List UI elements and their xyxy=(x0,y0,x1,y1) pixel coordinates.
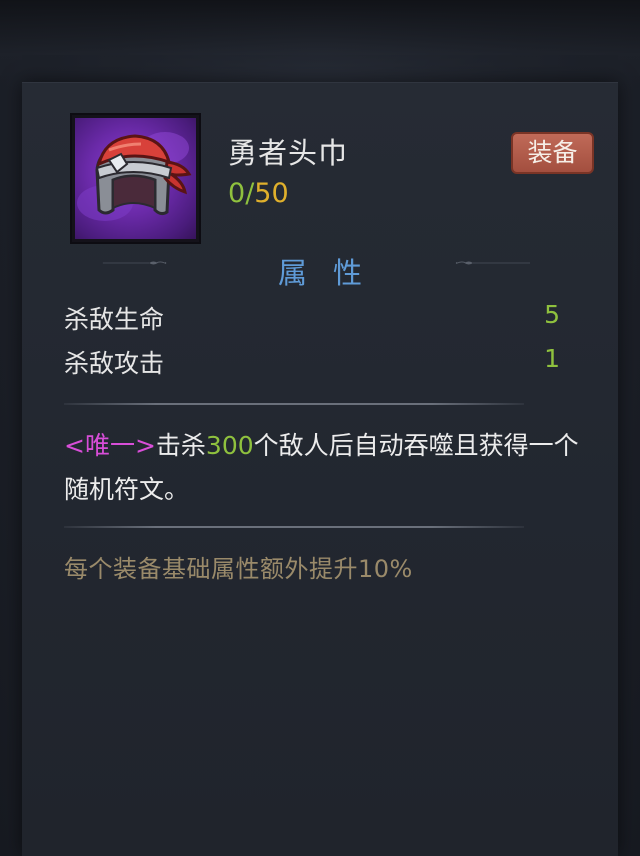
equip-button[interactable]: 装备 xyxy=(511,132,594,174)
description-number: 300 xyxy=(205,431,254,460)
attributes-title: 属性 xyxy=(277,256,388,290)
item-count-separator: / xyxy=(245,178,255,209)
item-icon-frame xyxy=(70,113,201,244)
item-count: 0/50 xyxy=(228,178,289,209)
attributes-header: 属性 xyxy=(60,248,580,290)
stat-label: 杀敌攻击 xyxy=(64,349,165,378)
divider xyxy=(64,403,524,405)
right-ornament-icon xyxy=(455,261,530,265)
top-shadow xyxy=(0,0,640,90)
item-icon-background xyxy=(75,118,196,239)
item-count-max: 50 xyxy=(254,178,289,209)
item-name: 勇者头巾 xyxy=(228,136,349,170)
stat-value: 5 xyxy=(544,300,560,329)
equipment-bonus-text: 每个装备基础属性额外提升10% xyxy=(64,555,413,583)
divider xyxy=(64,526,524,528)
stat-label: 杀敌生命 xyxy=(64,305,165,334)
description-text-before: 击杀 xyxy=(155,431,206,460)
stat-row-kill-attack: 杀敌攻击 1 xyxy=(64,344,564,380)
unique-tag: <唯一> xyxy=(64,431,156,460)
unique-effect-description: <唯一>击杀300个敌人后自动吞噬且获得一个随机符文。 xyxy=(64,424,584,512)
stat-row-kill-life: 杀敌生命 5 xyxy=(64,300,564,336)
item-count-current: 0 xyxy=(228,178,246,209)
red-bandana-helmet-icon xyxy=(77,132,192,221)
stat-value: 1 xyxy=(544,344,560,373)
